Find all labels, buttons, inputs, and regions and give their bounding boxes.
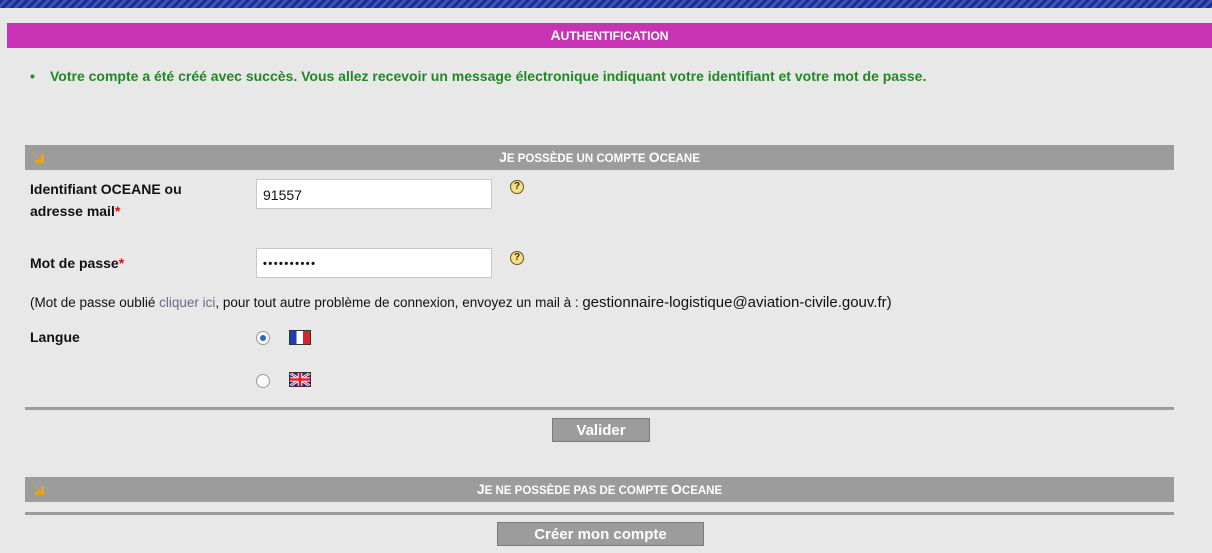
section-title-part: CEANE [681, 485, 723, 497]
language-radio-en[interactable] [256, 374, 270, 388]
page-title: AUTHENTIFICATION [7, 23, 1212, 48]
section-title-part: J [499, 149, 507, 165]
section-title-part: E POSSÈDE UN COMPTE [506, 153, 649, 165]
section-title-part: O [648, 149, 660, 165]
section-new-account-header: JE NE POSSÈDE PAS DE COMPTE OCEANE [25, 477, 1174, 502]
password-label-text: Mot de passe [30, 255, 119, 271]
top-decorative-strip [0, 0, 1212, 8]
forgot-before-link: (Mot de passe oublié [30, 295, 160, 310]
flag-uk-icon [289, 372, 311, 387]
success-text: Votre compte a été créé avec succès. Vou… [50, 68, 927, 84]
password-label: Mot de passe* [30, 252, 124, 274]
bullet-icon: • [30, 68, 35, 84]
identifiant-label-line1: Identifiant OCEANE ou [30, 181, 182, 197]
forgot-password-link[interactable]: cliquer ici [159, 295, 215, 310]
flag-fr-icon [289, 330, 311, 345]
section-existing-account-header: JE POSSÈDE UN COMPTE OCEANE [25, 145, 1174, 170]
language-radio-fr[interactable] [256, 331, 270, 345]
forgot-after-link: , pour tout autre problème de connexion,… [215, 295, 583, 310]
success-message: • Votre compte a été créé avec succès. V… [30, 66, 1160, 86]
forgot-close: ) [886, 294, 892, 311]
password-input[interactable]: •••••••••• [256, 248, 492, 278]
arrow-down-right-icon [32, 152, 44, 163]
identifiant-input[interactable]: 91557 [256, 179, 492, 209]
arrow-down-right-icon [32, 484, 44, 495]
divider [25, 407, 1174, 410]
title-rest: UTHENTIFICATION [560, 29, 669, 43]
support-email: gestionnaire-logistique@aviation-civile.… [582, 294, 887, 311]
section-title-part: O [671, 481, 682, 497]
identifiant-label: Identifiant OCEANE ou adresse mail* [30, 178, 182, 222]
language-label: Langue [30, 329, 80, 345]
required-mark: * [114, 203, 121, 219]
section-title-part: J [476, 481, 485, 497]
create-account-button[interactable]: Créer mon compte [497, 522, 704, 546]
section-title-part: CEANE [659, 153, 700, 165]
help-icon[interactable]: ? [510, 180, 524, 194]
forgot-password-text: (Mot de passe oublié cliquer ici, pour t… [30, 294, 892, 311]
section-title-part: E NE POSSÈDE PAS DE COMPTE [484, 485, 672, 497]
divider [25, 512, 1174, 515]
title-initial: A [550, 27, 561, 43]
identifiant-label-line2: adresse mail [30, 203, 115, 219]
required-mark: * [118, 255, 125, 271]
help-icon[interactable]: ? [510, 251, 524, 265]
validate-button[interactable]: Valider [552, 418, 650, 442]
